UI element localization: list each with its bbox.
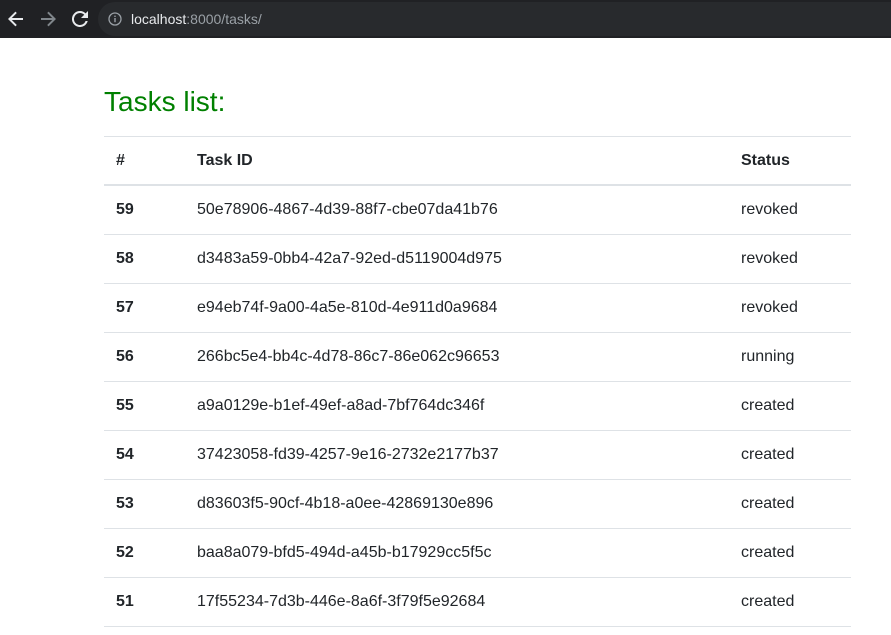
task-status: created [729, 577, 851, 627]
url-host: localhost [131, 11, 187, 27]
task-status: created [729, 528, 851, 578]
page-title: Tasks list: [104, 86, 226, 117]
task-number: 53 [104, 479, 185, 529]
table-row: 56 266bc5e4-bb4c-4d78-86c7-86e062c96653 ru… [104, 332, 851, 382]
task-id: e94eb74f-9a00-4a5e-810d-4e911d0a9684 [185, 283, 729, 333]
reload-icon [72, 11, 88, 27]
forward-arrow-icon [40, 11, 56, 27]
info-icon[interactable] [108, 12, 122, 26]
table-row: 54 37423058-fd39-4257-9e16-2732e2177b37 cr… [104, 430, 851, 480]
task-number: 57 [104, 283, 185, 333]
task-number: 52 [104, 528, 185, 578]
table-row: 51 17f55234-7d3b-446e-8a6f-3f79f5e92684 cr… [104, 577, 851, 627]
column-header-status: Status [729, 136, 851, 186]
back-button[interactable] [0, 0, 32, 38]
task-number: 54 [104, 430, 185, 480]
task-number: 56 [104, 332, 185, 382]
forward-button[interactable] [32, 0, 64, 38]
task-id: d3483a59-0bb4-42a7-92ed-d5119004d975 [185, 234, 729, 284]
task-status: revoked [729, 234, 851, 284]
table-row: 52 baa8a079-bfd5-494d-a45b-b17929cc5f5c cr… [104, 528, 851, 578]
task-id: 50e78906-4867-4d39-88f7-cbe07da41b76 [185, 185, 729, 235]
task-id: 17f55234-7d3b-446e-8a6f-3f79f5e92684 [185, 577, 729, 627]
table-header-row: # Task ID Status [104, 136, 851, 186]
task-id: 266bc5e4-bb4c-4d78-86c7-86e062c96653 [185, 332, 729, 382]
task-number: 58 [104, 234, 185, 284]
address-bar[interactable]: localhost:8000/tasks/ [98, 2, 891, 36]
task-id: d83603f5-90cf-4b18-a0ee-42869130e896 [185, 479, 729, 529]
reload-button[interactable] [64, 0, 96, 38]
task-number: 55 [104, 381, 185, 431]
table-row: 58 d3483a59-0bb4-42a7-92ed-d5119004d975 re… [104, 234, 851, 284]
task-status: revoked [729, 185, 851, 235]
task-number: 59 [104, 185, 185, 235]
task-status: created [729, 430, 851, 480]
task-status: created [729, 479, 851, 529]
task-id: 37423058-fd39-4257-9e16-2732e2177b37 [185, 430, 729, 480]
task-status: created [729, 381, 851, 431]
column-header-number: # [104, 136, 185, 186]
table-row: 59 50e78906-4867-4d39-88f7-cbe07da41b76 re… [104, 185, 851, 235]
url-path: :8000/tasks/ [186, 11, 262, 27]
task-status: revoked [729, 283, 851, 333]
table-row: 55 a9a0129e-b1ef-49ef-a8ad-7bf764dc346f cr… [104, 381, 851, 431]
url-text[interactable]: localhost:8000/tasks/ [131, 11, 262, 27]
column-header-task-id: Task ID [185, 136, 729, 186]
table-row: 53 d83603f5-90cf-4b18-a0ee-42869130e896 cr… [104, 479, 851, 529]
browser-toolbar: localhost:8000/tasks/ [0, 0, 891, 38]
back-arrow-icon [8, 11, 24, 27]
task-id: baa8a079-bfd5-494d-a45b-b17929cc5f5c [185, 528, 729, 578]
task-id: a9a0129e-b1ef-49ef-a8ad-7bf764dc346f [185, 381, 729, 431]
task-number: 51 [104, 577, 185, 627]
table-row: 57 e94eb74f-9a00-4a5e-810d-4e911d0a9684 re… [104, 283, 851, 333]
task-status: running [729, 332, 851, 382]
tasks-table: # Task ID Status 59 50e78906-4867-4d39-88… [104, 136, 851, 627]
